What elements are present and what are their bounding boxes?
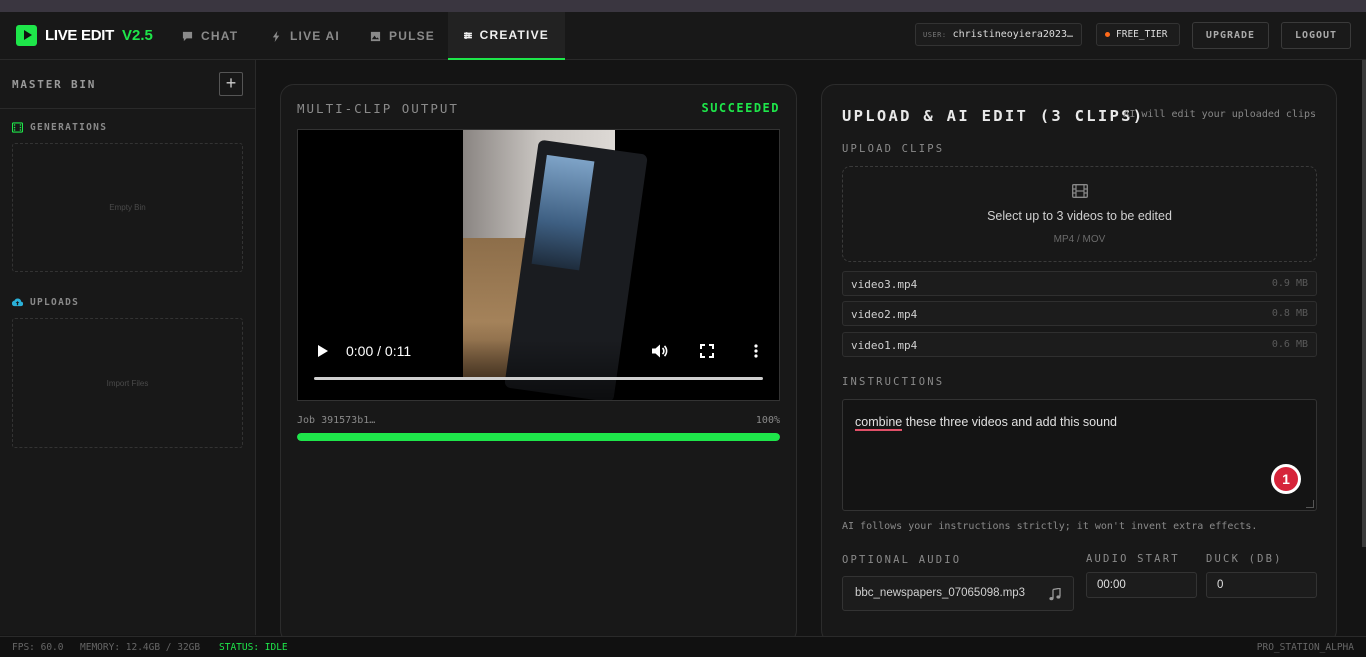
bolt-icon	[272, 30, 280, 42]
file-name: video3.mp4	[851, 278, 918, 291]
add-button[interactable]: +	[219, 72, 243, 96]
job-progress-bar	[297, 433, 780, 441]
video-controls: 0:00 / 0:11	[298, 336, 779, 366]
upgrade-button[interactable]: UPGRADE	[1192, 22, 1269, 49]
audio-file-input[interactable]: bbc_newspapers_07065098.mp3	[842, 576, 1074, 611]
instructions-rest: these three videos and add this sound	[902, 415, 1117, 429]
page-scrollbar[interactable]	[1362, 60, 1366, 547]
upload-note: AI will edit your uploaded clips	[1123, 109, 1316, 120]
job-percent: 100%	[755, 415, 780, 426]
sidebar-header: MASTER BIN +	[0, 60, 255, 109]
logout-button[interactable]: LOGOUT	[1281, 22, 1351, 49]
output-title: MULTI-CLIP OUTPUT	[297, 101, 459, 116]
cloud-upload-icon	[12, 298, 23, 307]
tab-label: CHAT	[201, 29, 239, 43]
video-player[interactable]: 0:00 / 0:11	[297, 129, 780, 401]
chat-icon	[182, 31, 193, 41]
main-area: MULTI-CLIP OUTPUT SUCCEEDED 0:00 / 0:11 …	[256, 60, 1366, 644]
file-size: 0.8 MB	[1271, 308, 1308, 319]
section-uploads[interactable]: UPLOADS	[12, 297, 79, 308]
optional-audio-label: OPTIONAL AUDIO	[842, 554, 962, 566]
tab-chat[interactable]: CHAT	[166, 12, 254, 60]
memory-readout: MEMORY: 12.4GB / 32GB	[80, 642, 201, 653]
job-id: Job 391573b1…	[297, 415, 376, 426]
audio-file-name: bbc_newspapers_07065098.mp3	[855, 587, 1026, 599]
tier-label: FREE_TIER	[1116, 29, 1168, 40]
music-note-icon	[1049, 588, 1061, 601]
film-icon	[12, 122, 23, 133]
user-value: christineoyiera2023…	[952, 29, 1073, 40]
video-seekbar[interactable]	[314, 377, 763, 380]
sidebar: MASTER BIN + GENERATIONS Empty Bin UPLOA…	[0, 60, 256, 635]
instructions-hint: AI follows your instructions strictly; i…	[842, 521, 1258, 532]
tab-label: LIVE AI	[290, 29, 340, 43]
tab-pulse[interactable]: PULSE	[354, 12, 451, 60]
file-size: 0.6 MB	[1271, 339, 1308, 350]
spellcheck-word: combine	[855, 415, 903, 431]
tab-creative[interactable]: CREATIVE	[448, 12, 565, 60]
play-logo-icon	[16, 25, 37, 46]
tab-live-ai[interactable]: LIVE AI	[255, 12, 356, 60]
generations-bin[interactable]: Empty Bin	[12, 143, 243, 272]
dropzone-formats: MP4 / MOV	[1053, 234, 1106, 245]
image-icon	[370, 31, 381, 41]
file-item[interactable]: video2.mp4 0.8 MB	[842, 301, 1317, 326]
empty-bin-text: Empty Bin	[109, 203, 146, 212]
file-name: video1.mp4	[851, 339, 918, 352]
file-name: video2.mp4	[851, 308, 918, 321]
tier-dot-icon	[1105, 32, 1110, 37]
app-logo[interactable]: LIVE EDIT V2.5	[16, 25, 153, 46]
instructions-textarea[interactable]: combine these three videos and add this …	[842, 399, 1317, 511]
notification-badge[interactable]: 1	[1271, 464, 1301, 494]
volume-icon[interactable]	[652, 344, 668, 358]
station-name: PRO_STATION_ALPHA	[1256, 642, 1354, 653]
output-card: MULTI-CLIP OUTPUT SUCCEEDED 0:00 / 0:11 …	[280, 84, 797, 644]
uploads-bin[interactable]: Import Files	[12, 318, 243, 448]
file-item[interactable]: video3.mp4 0.9 MB	[842, 271, 1317, 296]
sliders-icon	[464, 31, 472, 39]
file-size: 0.9 MB	[1271, 278, 1308, 289]
fullscreen-icon[interactable]	[700, 344, 714, 358]
instructions-label: INSTRUCTIONS	[842, 376, 945, 388]
duck-input[interactable]: 0	[1206, 572, 1317, 598]
status-readout: STATUS: IDLE	[219, 642, 288, 653]
duck-label: DUCK (DB)	[1206, 553, 1283, 565]
top-nav: LIVE EDIT V2.5 CHAT LIVE AI PULSE CREATI…	[0, 12, 1366, 60]
upload-title: UPLOAD & AI EDIT (3 CLIPS)	[842, 107, 1145, 125]
upload-dropzone[interactable]: Select up to 3 videos to be edited MP4 /…	[842, 166, 1317, 262]
fps-readout: FPS: 60.0	[12, 642, 64, 653]
app-name: LIVE EDIT	[45, 27, 114, 44]
user-label: USER:	[923, 30, 947, 39]
audio-start-input[interactable]: 00:00	[1086, 572, 1197, 598]
upload-card: UPLOAD & AI EDIT (3 CLIPS) AI will edit …	[821, 84, 1337, 644]
file-item[interactable]: video1.mp4 0.6 MB	[842, 332, 1317, 357]
progress-fill	[297, 433, 780, 441]
status-badge: SUCCEEDED	[701, 101, 780, 115]
tier-badge: FREE_TIER	[1096, 23, 1180, 46]
film-icon	[1072, 184, 1088, 198]
app-version: V2.5	[121, 27, 153, 44]
upload-clips-label: UPLOAD CLIPS	[842, 143, 945, 155]
section-label: GENERATIONS	[30, 122, 108, 133]
resize-handle[interactable]	[1306, 500, 1314, 508]
tab-label: PULSE	[389, 29, 436, 43]
play-icon[interactable]	[318, 345, 328, 357]
section-label: UPLOADS	[30, 297, 80, 308]
audio-start-label: AUDIO START	[1086, 553, 1180, 565]
more-options-icon[interactable]	[754, 344, 758, 358]
tab-label: CREATIVE	[479, 28, 549, 42]
status-footer: FPS: 60.0 MEMORY: 12.4GB / 32GB STATUS: …	[0, 636, 1366, 657]
browser-strip	[0, 0, 1366, 12]
sidebar-title: MASTER BIN	[12, 78, 97, 91]
dropzone-text: Select up to 3 videos to be edited	[987, 209, 1172, 223]
import-files-text: Import Files	[106, 378, 149, 388]
user-badge[interactable]: USER: christineoyiera2023…	[915, 23, 1082, 46]
section-generations[interactable]: GENERATIONS	[12, 122, 107, 133]
video-time: 0:00 / 0:11	[346, 343, 412, 359]
instructions-text: combine these three videos and add this …	[855, 415, 1117, 431]
